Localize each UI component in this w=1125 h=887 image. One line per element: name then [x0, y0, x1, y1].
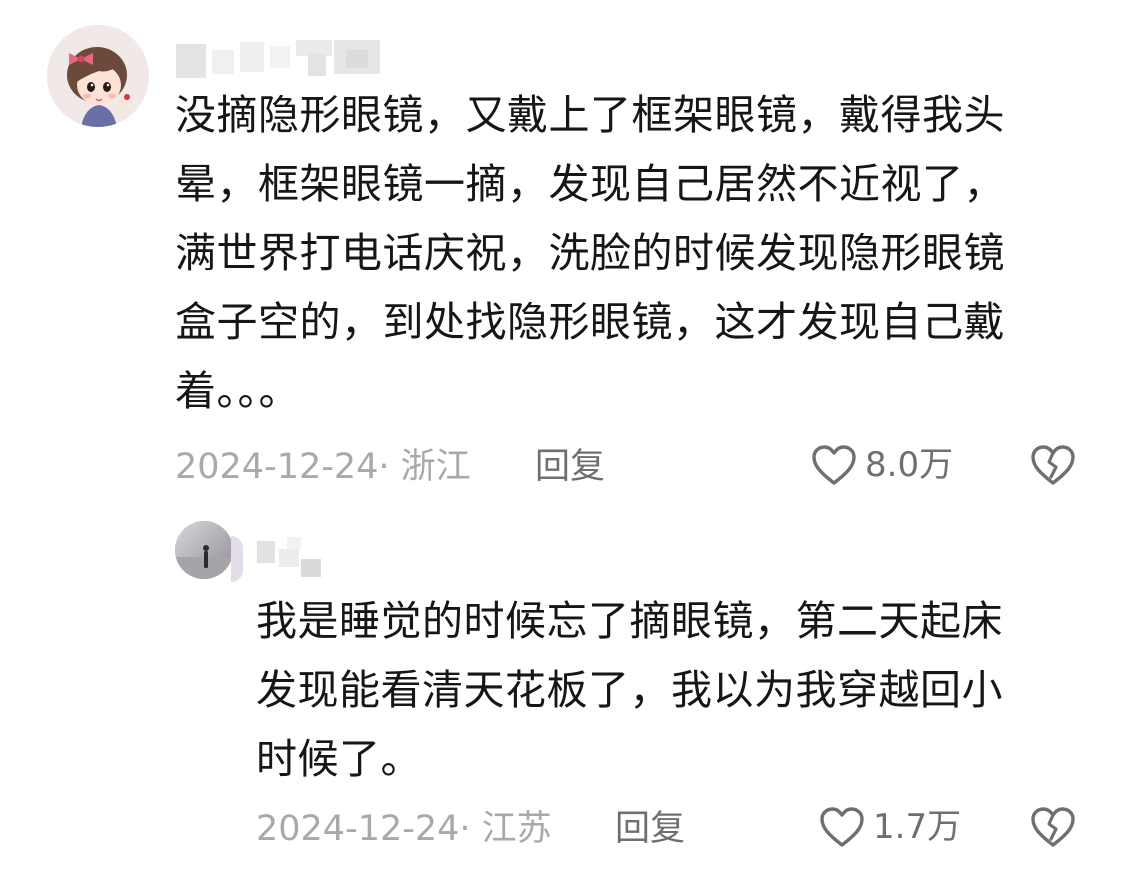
reply-button[interactable]: 回复 [535, 447, 605, 487]
like-count: 8.0万 [865, 445, 954, 485]
comment-date-location: 2024-12-24· 浙江 [175, 447, 471, 487]
broken-heart-icon [1030, 806, 1076, 848]
avatar-frame-edge [231, 536, 243, 582]
comment-line: 满世界打电话庆祝，洗脸的时候发现隐形眼镜 [175, 229, 1005, 277]
like-button[interactable]: 8.0万 [811, 444, 953, 486]
reply-username-redacted[interactable] [257, 537, 325, 577]
username-redacted[interactable] [176, 40, 381, 78]
reply-text: 我是睡觉的时候忘了摘眼镜，第二天起床 发现能看清天花板了，我以为我穿越回小 时候… [256, 587, 1003, 794]
reply-button[interactable]: 回复 [615, 809, 685, 849]
like-count: 1.7万 [873, 807, 962, 847]
dislike-button[interactable] [1030, 444, 1076, 486]
comment-text: 没摘隐形眼镜，又戴上了框架眼镜，戴得我头 晕，框架眼镜一摘，发现自己居然不近视了… [175, 81, 1005, 426]
heart-outline-icon [819, 806, 865, 848]
comment-line: 着。。。 [175, 367, 300, 415]
reply-avatar[interactable] [175, 521, 233, 579]
comment-line: 盒子空的，到处找隐形眼镜，这才发现自己戴 [175, 298, 1005, 346]
cartoon-girl-avatar-icon [47, 25, 149, 127]
reply-line: 时候了。 [256, 735, 422, 783]
avatar[interactable] [47, 25, 149, 127]
comment-line: 没摘隐形眼镜，又戴上了框架眼镜，戴得我头 [175, 91, 1005, 139]
silhouette-photo-icon [175, 521, 233, 579]
reply-dislike-button[interactable] [1030, 806, 1076, 848]
broken-heart-icon [1030, 444, 1076, 486]
reply-like-button[interactable]: 1.7万 [819, 806, 961, 848]
comment-line: 晕，框架眼镜一摘，发现自己居然不近视了， [175, 160, 1005, 208]
comment-thread: 没摘隐形眼镜，又戴上了框架眼镜，戴得我头 晕，框架眼镜一摘，发现自己居然不近视了… [0, 0, 1125, 887]
heart-outline-icon [811, 444, 857, 486]
reply-line: 我是睡觉的时候忘了摘眼镜，第二天起床 [256, 597, 1003, 645]
reply-line: 发现能看清天花板了，我以为我穿越回小 [256, 666, 1003, 714]
reply-date-location: 2024-12-24· 江苏 [256, 809, 552, 849]
